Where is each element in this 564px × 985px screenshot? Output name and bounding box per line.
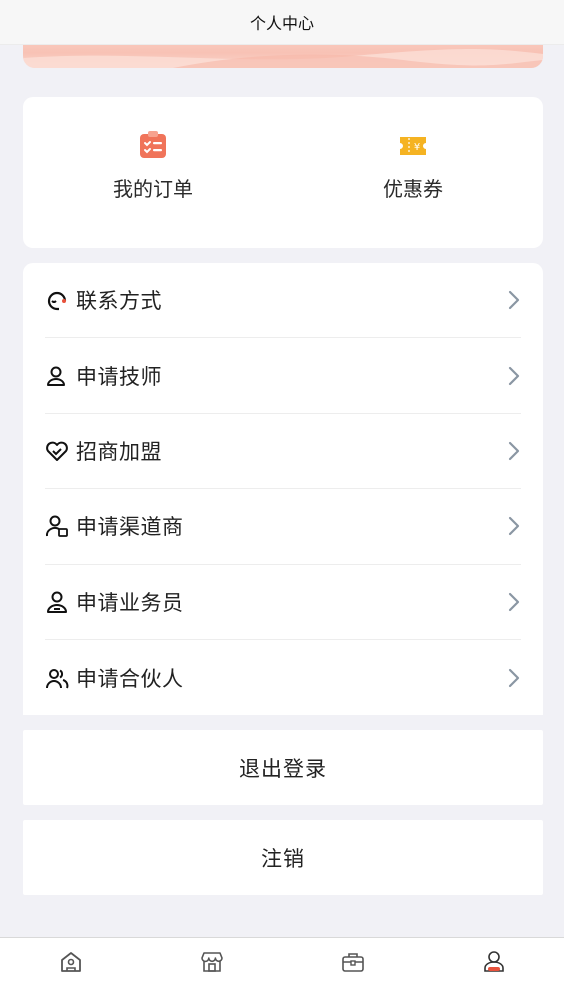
tab-profile[interactable] [423,938,564,985]
menu-item-label: 联系方式 [76,289,162,314]
briefcase-icon [341,952,364,972]
menu-item-label: 申请业务员 [76,590,184,615]
menu-item-label: 申请技师 [76,364,162,389]
menu-item-label: 申请合伙人 [76,666,184,691]
coupons-label: 优惠券 [383,177,443,201]
handshake-heart-icon [46,441,68,461]
chevron-right-icon [508,592,520,611]
chevron-right-icon [508,517,520,536]
nav-bar: 个人中心 [0,0,564,45]
menu-item-apply-partner[interactable]: 申请合伙人 [45,640,521,715]
menu-list: 联系方式 申请技师 招商加盟 申请渠道商 申请业务员 申请合伙人 [23,263,543,715]
menu-item-label: 申请渠道商 [76,515,184,540]
my-orders-label: 我的订单 [113,177,193,201]
tab-bar [0,937,564,985]
logout-button[interactable]: 退出登录 [23,730,543,805]
chevron-right-icon [508,366,520,385]
page-title: 个人中心 [249,14,314,33]
coupons-button[interactable]: ¥ 优惠券 [283,97,543,248]
my-orders-button[interactable]: 我的订单 [23,97,283,248]
menu-item-apply-channel-partner[interactable]: 申请渠道商 [45,489,521,565]
user-briefcase-icon [45,515,68,538]
store-icon [200,951,223,972]
coupon-ticket-icon: ¥ [400,137,426,155]
chevron-right-icon [508,441,520,461]
svg-text:¥: ¥ [414,142,420,153]
menu-item-apply-salesperson[interactable]: 申请业务员 [45,565,521,640]
menu-item-contact[interactable]: 联系方式 [45,263,521,339]
logout-label: 退出登录 [239,756,327,781]
user-badge-icon [47,591,67,613]
user-outline-icon [47,366,65,386]
chevron-right-icon [508,668,520,687]
menu-item-label: 招商加盟 [76,439,162,464]
tab-store[interactable] [141,938,282,985]
home-icon [60,951,81,972]
users-group-icon [46,668,69,689]
menu-item-franchise[interactable]: 招商加盟 [45,414,521,490]
cancel-account-label: 注销 [261,846,305,871]
menu-item-apply-technician[interactable]: 申请技师 [45,338,521,414]
chevron-right-icon [508,291,520,310]
headset-icon [47,292,67,311]
quick-actions-card: 我的订单 ¥ 优惠券 [23,97,543,248]
cancel-account-button[interactable]: 注销 [23,820,543,895]
tab-home[interactable] [0,938,141,985]
profile-icon [483,950,504,972]
tab-briefcase[interactable] [282,938,423,985]
orders-clipboard-icon [140,131,166,158]
